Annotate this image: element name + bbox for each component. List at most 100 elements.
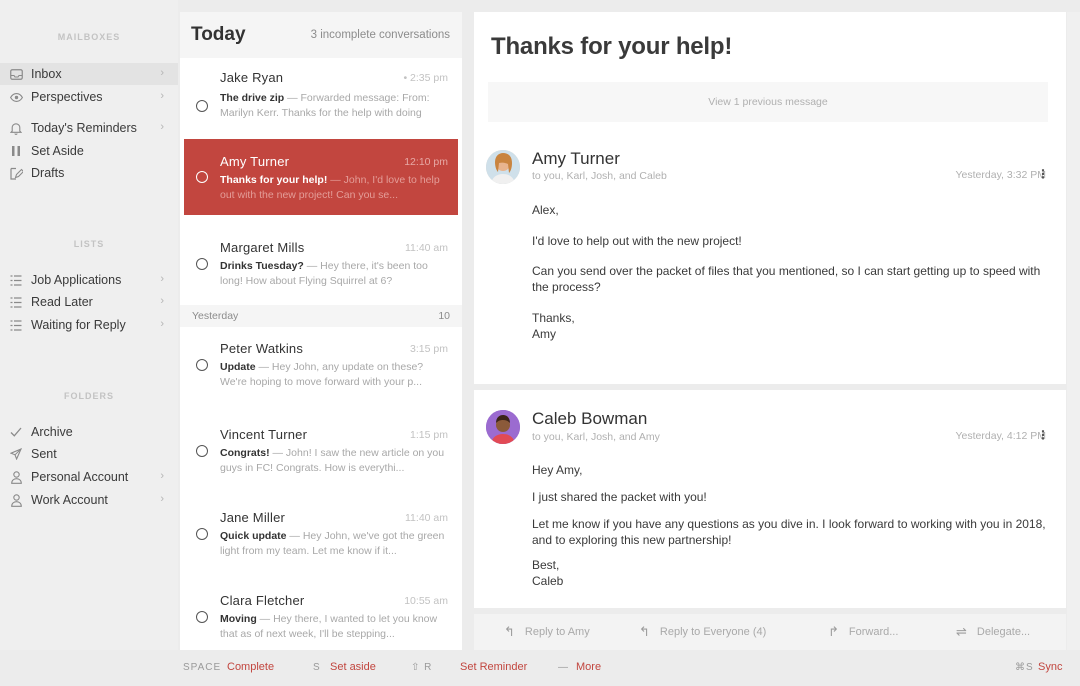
check-icon — [8, 424, 24, 440]
chevron-right-icon: › — [160, 90, 164, 102]
list-item[interactable]: Jane Miller 11:40 am Quick update — Hey … — [180, 510, 462, 580]
person-icon — [8, 492, 24, 508]
list-icon — [8, 294, 24, 310]
sidebar-item-label: Inbox — [31, 67, 62, 81]
conversation-snippet: Update — Hey John, any update on these? … — [220, 361, 424, 388]
conversation-snippet: Thanks for your help! — John, I'd love t… — [220, 174, 440, 201]
sidebar-item-inbox[interactable]: Inbox › — [0, 63, 178, 85]
set-aside-action[interactable]: Set aside — [330, 661, 376, 673]
more-options-icon[interactable]: ⋮ — [1037, 428, 1049, 442]
message-2-container: Caleb Bowman to you, Karl, Josh, and Amy… — [474, 390, 1066, 608]
sidebar-item-read-later[interactable]: Read Later › — [0, 291, 178, 313]
reply-all-icon: ↰ — [639, 624, 650, 639]
sidebar-item-perspectives[interactable]: Perspectives › — [0, 86, 178, 108]
sidebar-item-job-applications[interactable]: Job Applications › — [0, 269, 178, 291]
reply-button[interactable]: ↰ Reply to Amy — [504, 614, 590, 650]
list-item[interactable]: Clara Fletcher 10:55 am Moving — Hey the… — [180, 593, 462, 650]
day-separator-count: 10 — [438, 310, 450, 322]
message-timestamp: Yesterday, 3:32 PM — [955, 169, 1046, 181]
forward-button[interactable]: ↱ Forward... — [828, 614, 898, 650]
sidebar-item-label: Set Aside — [31, 144, 84, 158]
set-reminder-action[interactable]: Set Reminder — [460, 661, 527, 673]
sidebar-item-label: Waiting for Reply — [31, 318, 126, 332]
conversation-time: 12:10 pm — [404, 156, 448, 168]
sync-action[interactable]: Sync — [1038, 661, 1062, 673]
sidebar-item-label: Perspectives — [31, 90, 103, 104]
sidebar-item-work-account[interactable]: Work Account › — [0, 489, 178, 511]
complete-checkbox[interactable] — [196, 258, 208, 270]
message-timestamp: Yesterday, 4:12 PM — [955, 430, 1046, 442]
forward-icon: ↱ — [828, 624, 839, 639]
complete-checkbox[interactable] — [196, 445, 208, 457]
sidebar-item-archive[interactable]: Archive — [0, 421, 178, 443]
sidebar-item-label: Archive — [31, 425, 73, 439]
conversation-snippet: Drinks Tuesday? — Hey there, it's been t… — [220, 260, 428, 287]
complete-checkbox[interactable] — [196, 359, 208, 371]
list-icon — [8, 317, 24, 333]
message-1-container: Thanks for your help! View 1 previous me… — [474, 12, 1066, 384]
delegate-button[interactable]: ⇌ Delegate... — [956, 614, 1030, 650]
bell-icon — [8, 120, 24, 136]
reply-all-button[interactable]: ↰ Reply to Everyone (4) — [639, 614, 766, 650]
section-title-folders: FOLDERS — [63, 391, 114, 401]
incomplete-count: 3 incomplete conversations — [310, 29, 450, 41]
sidebar-item-set-aside[interactable]: Set Aside — [0, 140, 178, 162]
list-icon — [8, 272, 24, 288]
shortcut-key: S — [313, 662, 321, 673]
sidebar-item-label: Work Account — [31, 493, 108, 507]
shortcut-bar: SPACE Complete S Set aside ⇧ R Set Remin… — [0, 650, 1080, 686]
conversation-snippet: The drive zip — Forwarded message: From:… — [220, 92, 430, 119]
complete-checkbox[interactable] — [196, 528, 208, 540]
list-header: Today 3 incomplete conversations — [180, 12, 462, 58]
conversation-time: 1:15 pm — [410, 429, 448, 441]
shortcut-key: SPACE — [183, 662, 222, 673]
conversation-subject: Thanks for your help! — [491, 33, 733, 60]
list-item[interactable]: Margaret Mills 11:40 am Drinks Tuesday? … — [180, 240, 462, 310]
complete-checkbox[interactable] — [196, 100, 208, 112]
list-item[interactable]: Peter Watkins 3:15 pm Update — Hey John,… — [180, 341, 462, 411]
list-item[interactable]: Jake Ryan • 2:35 pm The drive zip — Forw… — [180, 70, 462, 140]
sidebar-item-waiting-for-reply[interactable]: Waiting for Reply › — [0, 314, 178, 336]
conversation-time: • 2:35 pm — [403, 72, 448, 84]
list-item[interactable]: Vincent Turner 1:15 pm Congrats! — John!… — [180, 427, 462, 497]
sidebar-item-label: Today's Reminders — [31, 121, 137, 135]
sidebar-item-drafts[interactable]: Drafts — [0, 162, 178, 184]
chevron-right-icon: › — [160, 470, 164, 482]
delegate-icon: ⇌ — [956, 624, 967, 639]
person-icon — [8, 469, 24, 485]
conversation-time: 11:40 am — [405, 242, 448, 254]
more-action[interactable]: More — [576, 661, 601, 673]
section-title-lists: LISTS — [73, 239, 105, 249]
sidebar: MAILBOXES Inbox › Perspectives › Today's… — [0, 0, 178, 650]
avatar — [486, 150, 520, 184]
shortcut-key: ⌘S — [1015, 662, 1034, 673]
list-item-selected[interactable]: Amy Turner 12:10 pm Thanks for your help… — [184, 139, 458, 215]
chevron-right-icon: › — [160, 273, 164, 285]
shortcut-key: — — [558, 662, 569, 673]
avatar — [486, 410, 520, 444]
message-recipients: to you, Karl, Josh, and Amy — [532, 431, 660, 443]
conversation-snippet: Quick update — Hey John, we've got the g… — [220, 530, 445, 557]
view-previous-button[interactable]: View 1 previous message — [488, 82, 1048, 122]
chevron-right-icon: › — [160, 295, 164, 307]
section-title-mailboxes: MAILBOXES — [57, 32, 121, 42]
more-options-icon[interactable]: ⋮ — [1037, 167, 1049, 181]
message-sender: Amy Turner — [532, 149, 620, 168]
sidebar-item-personal-account[interactable]: Personal Account › — [0, 466, 178, 488]
sidebar-item-sent[interactable]: Sent — [0, 443, 178, 465]
sidebar-item-label: Read Later — [31, 295, 93, 309]
draft-pencil-icon — [8, 165, 24, 181]
window-edge — [1067, 12, 1080, 650]
conversation-snippet: Congrats! — John! I saw the new article … — [220, 447, 445, 474]
reading-pane: Thanks for your help! View 1 previous me… — [474, 12, 1066, 608]
sidebar-item-label: Drafts — [31, 166, 65, 180]
sidebar-item-todays-reminders[interactable]: Today's Reminders › — [0, 117, 178, 139]
complete-action[interactable]: Complete — [227, 661, 274, 673]
shortcut-key: ⇧ R — [411, 662, 433, 673]
conversation-time: 10:55 am — [404, 595, 448, 607]
reply-icon: ↰ — [504, 624, 515, 639]
complete-checkbox[interactable] — [196, 171, 208, 183]
message-sender: Caleb Bowman — [532, 409, 648, 428]
conversation-time: 3:15 pm — [410, 343, 448, 355]
complete-checkbox[interactable] — [196, 611, 208, 623]
